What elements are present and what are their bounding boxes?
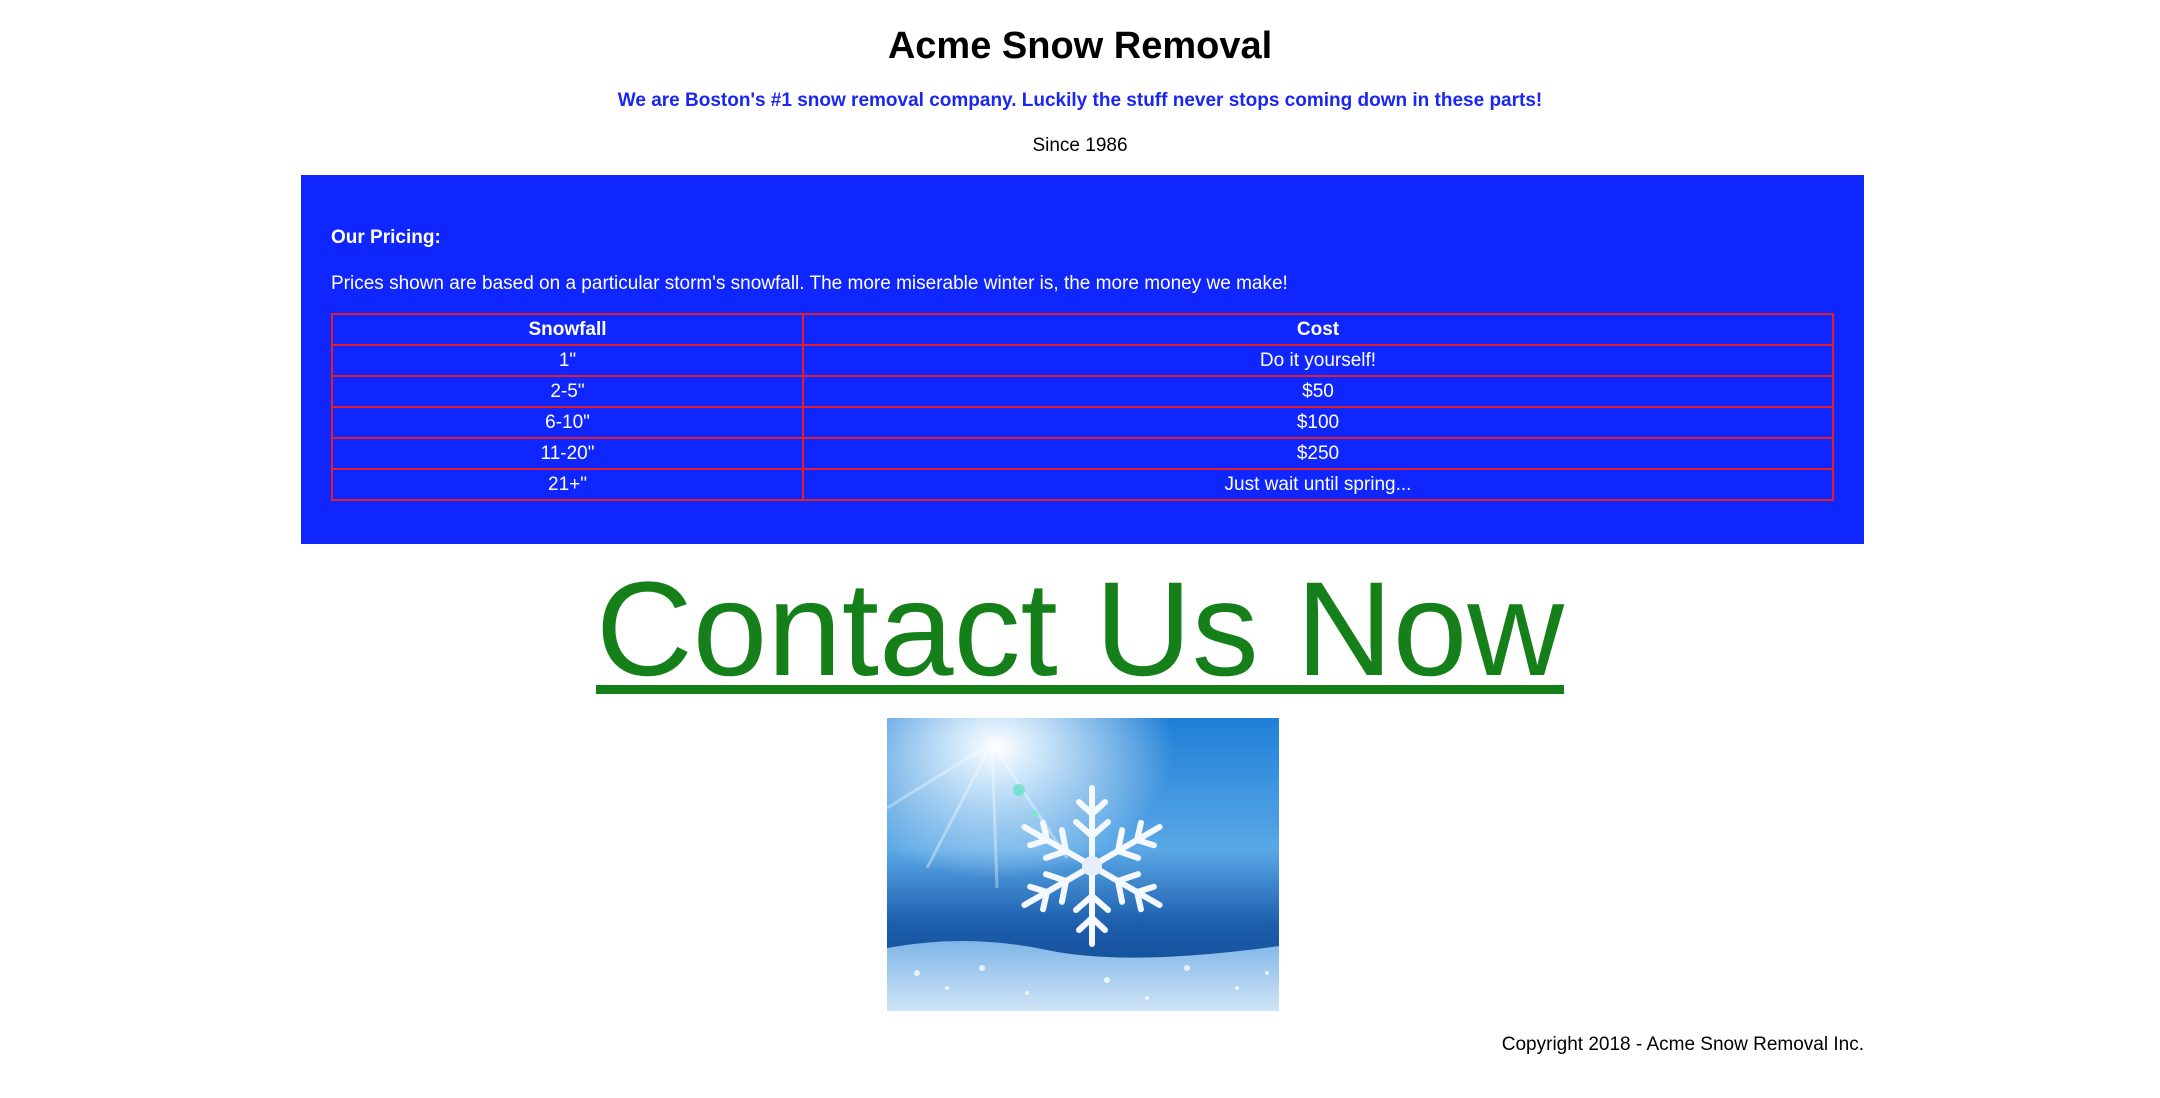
table-row: 2-5" $50 bbox=[331, 375, 1834, 408]
cost-cell: $100 bbox=[802, 406, 1834, 439]
snowflake-icon bbox=[887, 718, 1279, 1011]
table-row: 11-20" $250 bbox=[331, 437, 1834, 470]
footer-copyright: Copyright 2018 - Acme Snow Removal Inc. bbox=[1501, 1034, 1864, 1055]
table-row: 1" Do it yourself! bbox=[331, 344, 1834, 377]
table-row: 21+" Just wait until spring... bbox=[331, 468, 1834, 501]
column-header-snowfall: Snowfall bbox=[331, 313, 804, 346]
pricing-table: Snowfall Cost 1" Do it yourself! 2-5" $5… bbox=[331, 313, 1834, 501]
pricing-heading: Our Pricing: bbox=[331, 227, 441, 248]
snowfall-cell: 21+" bbox=[331, 468, 804, 501]
cost-cell: Do it yourself! bbox=[802, 344, 1834, 377]
snowfall-cell: 1" bbox=[331, 344, 804, 377]
page: Acme Snow Removal We are Boston's #1 sno… bbox=[0, 0, 2160, 1098]
cost-cell: Just wait until spring... bbox=[802, 468, 1834, 501]
contact-us-link[interactable]: Contact Us Now bbox=[596, 555, 1564, 704]
table-header-row: Snowfall Cost bbox=[331, 313, 1834, 346]
column-header-cost: Cost bbox=[802, 313, 1834, 346]
snowfall-cell: 2-5" bbox=[331, 375, 804, 408]
snowfall-cell: 6-10" bbox=[331, 406, 804, 439]
snowfall-cell: 11-20" bbox=[331, 437, 804, 470]
pricing-description: Prices shown are based on a particular s… bbox=[331, 273, 1288, 294]
page-title: Acme Snow Removal bbox=[887, 25, 1273, 67]
cost-cell: $50 bbox=[802, 375, 1834, 408]
tagline: We are Boston's #1 snow removal company.… bbox=[617, 90, 1543, 111]
table-row: 6-10" $100 bbox=[331, 406, 1834, 439]
snowflake-photo bbox=[887, 718, 1279, 1011]
contact-link-container: Contact Us Now bbox=[0, 560, 2160, 741]
since-text: Since 1986 bbox=[1032, 135, 1128, 156]
pricing-panel: Our Pricing: Prices shown are based on a… bbox=[301, 175, 1864, 544]
cost-cell: $250 bbox=[802, 437, 1834, 470]
